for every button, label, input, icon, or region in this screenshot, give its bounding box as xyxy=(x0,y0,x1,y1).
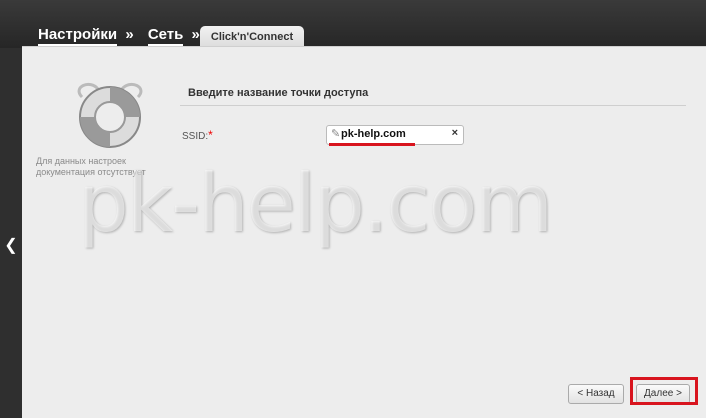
ssid-label: SSID:* xyxy=(182,128,213,142)
crumb-settings[interactable]: Настройки xyxy=(38,26,118,46)
clear-icon[interactable]: × xyxy=(452,127,458,139)
breadcrumb: Настройки » Сеть » xyxy=(38,26,210,46)
ssid-label-text: SSID: xyxy=(182,131,209,142)
lifebuoy-icon xyxy=(77,83,143,148)
section-title: Введите название точки доступа xyxy=(188,87,369,99)
required-mark: * xyxy=(208,128,213,142)
crumb-network[interactable]: Сеть xyxy=(147,26,184,46)
crumb-separator: » xyxy=(125,26,134,43)
collapse-sidebar-icon[interactable]: ❮ xyxy=(0,232,22,260)
divider xyxy=(180,105,686,106)
ssid-value: pk-help.com xyxy=(341,128,406,140)
next-highlight-frame xyxy=(630,377,698,405)
top-bar: Настройки » Сеть » Click'n'Connect xyxy=(0,0,706,48)
crumb-separator: » xyxy=(191,26,200,43)
tab-clicknconnect[interactable]: Click'n'Connect xyxy=(200,26,304,48)
watermark: pk-help.com xyxy=(78,157,553,250)
ssid-input[interactable]: ✎ pk-help.com × xyxy=(326,125,464,145)
red-underline xyxy=(329,143,415,146)
back-button[interactable]: < Назад xyxy=(568,384,624,404)
pencil-icon: ✎ xyxy=(331,128,341,140)
main-panel: Для данных настроек документация отсутст… xyxy=(22,46,706,418)
